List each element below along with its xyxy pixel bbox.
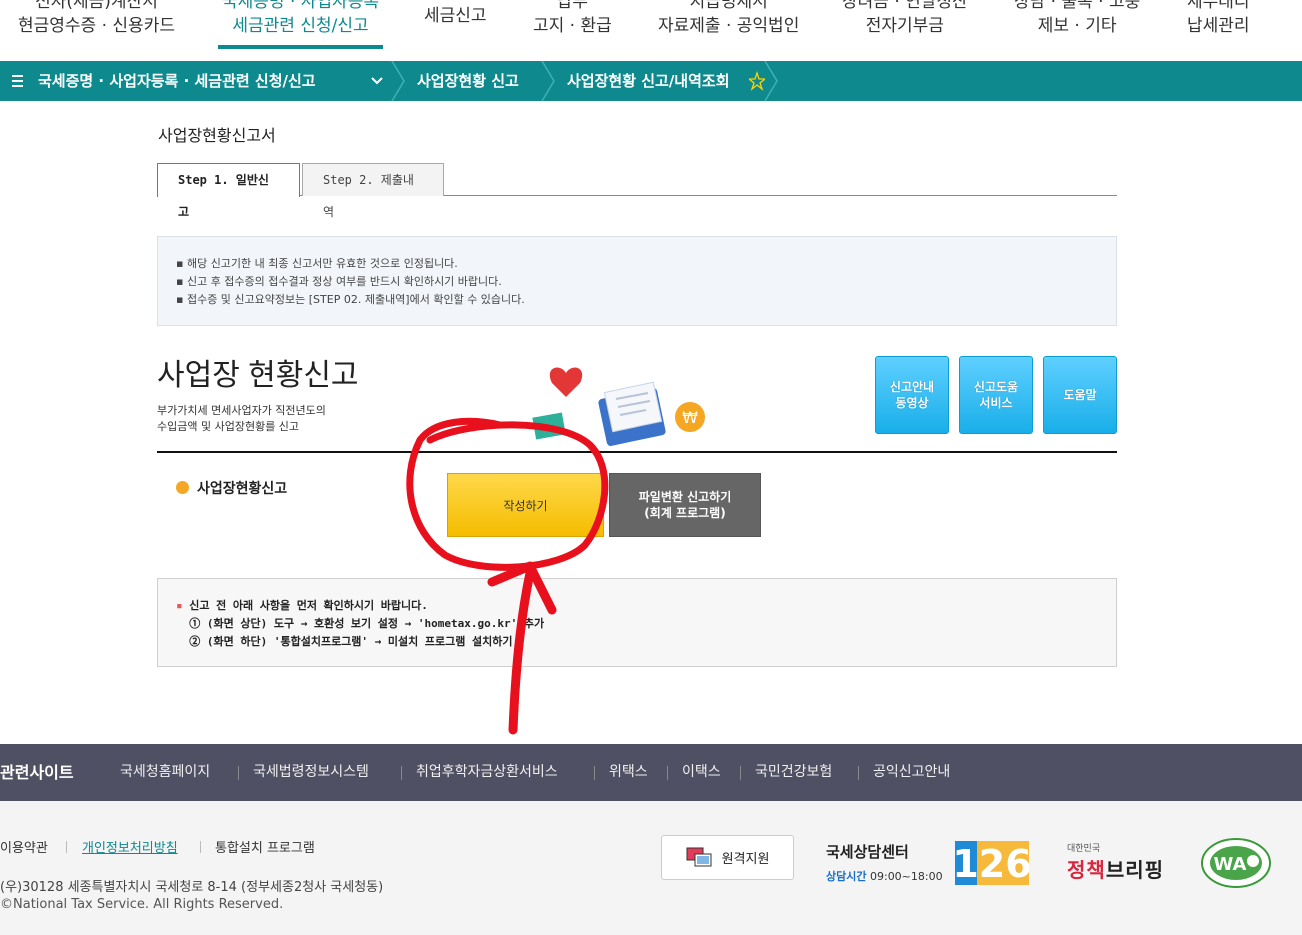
topnav-line1: 상담 · 불복 · 고충 <box>1014 0 1141 12</box>
tab-step1[interactable]: Step 1. 일반신고 <box>157 163 300 219</box>
page-title: 사업장현황신고서 <box>158 126 276 145</box>
call-center-hours: 상담시간 09:00~18:00 <box>826 870 943 883</box>
top-navigation: 전자(세금)계산서 현금영수증 · 신용카드 국세증명 · 사업자등록 세금관련… <box>0 0 1302 60</box>
remote-support-label: 원격지원 <box>721 852 770 867</box>
policy-briefing-logo[interactable]: 대한민국 정책브리핑 <box>1067 841 1164 883</box>
breadcrumb-level2[interactable]: 사업장현황 신고 <box>417 61 519 101</box>
link-divider <box>66 841 67 853</box>
related-link[interactable]: 이택스 <box>682 744 721 801</box>
breadcrumb-separator <box>540 60 560 102</box>
breadcrumb: 국세증명 · 사업자등록 · 세금관련 신청/신고 사업장현황 신고 사업장현황… <box>0 60 1302 102</box>
notice-line: ▪ 해당 신고기한 내 최종 신고서만 유효한 것으로 인정됩니다. <box>176 257 458 270</box>
notice-box: ▪ 해당 신고기한 내 최종 신고서만 유효한 것으로 인정됩니다. ▪ 신고 … <box>157 236 1117 326</box>
report-row-label: 사업장현황신고 <box>176 478 287 498</box>
topnav-line2: 고지 · 환급 <box>533 16 612 36</box>
related-link[interactable]: 취업후학자금상환서비스 <box>416 744 558 801</box>
notice-line: ▪ 접수증 및 신고요약정보는 [STEP 02. 제출내역]에서 확인할 수 … <box>176 293 525 306</box>
related-link[interactable]: 국세청홈페이지 <box>120 744 210 801</box>
topnav-line1: 납부 <box>556 0 589 12</box>
related-sites-title: 관련사이트 <box>0 763 74 782</box>
link-divider <box>238 766 239 780</box>
help-service-button[interactable]: 신고도움 서비스 <box>959 356 1033 434</box>
envelope-illustration: ₩ <box>532 367 705 446</box>
remote-support-button[interactable]: 원격지원 <box>661 835 794 880</box>
write-button[interactable]: 작성하기 <box>447 473 604 537</box>
related-link[interactable]: 공익신고안내 <box>873 744 950 801</box>
warning-line: ① (화면 상단) 도구 → 호환성 보기 설정 → 'hometax.go.k… <box>189 617 545 630</box>
monitor-icon <box>686 847 712 866</box>
topnav-line2: 납세관리 <box>1187 16 1250 36</box>
topnav-line2: 현금영수증 · 신용카드 <box>18 16 175 36</box>
topnav-item-consult[interactable]: 상담 · 불복 · 고충 제보 · 기타 <box>1014 0 1140 38</box>
web-accessibility-mark: WA <box>1201 838 1271 888</box>
topnav-line1: 장려금 · 연말정산 <box>842 0 968 12</box>
breadcrumb-separator <box>763 60 783 102</box>
main-heading: 사업장 현황신고 <box>157 359 359 392</box>
link-divider <box>858 766 859 780</box>
install-program-link[interactable]: 통합설치 프로그램 <box>215 837 315 856</box>
topnav-line1: 국세증명 · 사업자등록 <box>222 0 379 12</box>
guide-video-button[interactable]: 신고안내 동영상 <box>875 356 949 434</box>
footer: 이용약관 개인정보처리방침 통합설치 프로그램 (우)30128 세종특별자치시… <box>0 801 1302 935</box>
topnav-item-tax-report[interactable]: 세금신고 <box>424 4 487 28</box>
notice-line: ▪ 신고 후 접수증의 접수결과 정상 여부를 반드시 확인하시기 바랍니다. <box>176 275 502 288</box>
svg-text:WA: WA <box>1214 854 1247 875</box>
topnav-line1: 세무대리 <box>1187 0 1250 12</box>
svg-text:126: 126 <box>955 842 1029 885</box>
related-link[interactable]: 위택스 <box>609 744 648 801</box>
topnav-item-certificates[interactable]: 국세증명 · 사업자등록 세금관련 신청/신고 <box>218 0 383 49</box>
topnav-item-payment[interactable]: 납부 고지 · 환급 <box>533 0 612 38</box>
call-number-126: 126 <box>955 841 1029 885</box>
topnav-item-tax-agent[interactable]: 세무대리 납세관리 <box>1187 0 1250 38</box>
tab-step2[interactable]: Step 2. 제출내역 <box>302 163 444 219</box>
warning-line: ▪ 신고 전 아래 사항을 먼저 확인하시기 바랍니다. <box>176 599 428 612</box>
file-convert-report-button[interactable]: 파일변환 신고하기 (회계 프로그램) <box>609 473 761 537</box>
topnav-item-incentive[interactable]: 장려금 · 연말정산 전자기부금 <box>842 0 968 38</box>
active-underline <box>218 45 383 49</box>
address: (우)30128 세종특별자치시 국세청로 8-14 (정부세종2청사 국세청동… <box>0 880 384 895</box>
related-sites-bar: 관련사이트 국세청홈페이지 국세법령정보시스템 취업후학자금상환서비스 위택스 … <box>0 744 1302 801</box>
link-divider <box>667 766 668 780</box>
terms-link[interactable]: 이용약관 <box>0 837 48 856</box>
topnav-line2: 전자기부금 <box>865 16 944 36</box>
link-divider <box>594 766 595 780</box>
privacy-policy-link[interactable]: 개인정보처리방침 <box>82 837 178 856</box>
topnav-line2: 세금관련 신청/신고 <box>232 16 369 36</box>
related-link[interactable]: 국민건강보험 <box>755 744 832 801</box>
copyright: ©National Tax Service. All Rights Reserv… <box>0 897 284 912</box>
related-link[interactable]: 국세법령정보시스템 <box>253 744 369 801</box>
arrow-bullet-icon <box>176 481 189 494</box>
help-button[interactable]: 도움말 <box>1043 356 1117 434</box>
topnav-line1: 전자(세금)계산서 <box>35 0 158 12</box>
topnav-line1: 세금신고 <box>424 6 487 26</box>
warning-line: ② (화면 하단) '통합설치프로그램' → 미설치 프로그램 설치하기 <box>189 635 513 648</box>
call-center-title: 국세상담센터 <box>826 843 909 861</box>
chevron-down-icon[interactable] <box>370 61 384 101</box>
topnav-line1: 지급명세서 <box>689 0 768 12</box>
svg-text:₩: ₩ <box>682 408 698 427</box>
step-tabs: Step 1. 일반신고 Step 2. 제출내역 <box>157 163 1117 219</box>
link-divider <box>401 766 402 780</box>
topnav-line2: 제보 · 기타 <box>1037 16 1117 36</box>
topnav-item-einvoice[interactable]: 전자(세금)계산서 현금영수증 · 신용카드 <box>18 0 175 38</box>
breadcrumb-level1[interactable]: 국세증명 · 사업자등록 · 세금관련 신청/신고 <box>38 61 316 101</box>
tax-call-center: 국세상담센터 상담시간 09:00~18:00 <box>826 841 943 884</box>
link-divider <box>740 766 741 780</box>
breadcrumb-separator <box>390 60 410 102</box>
topnav-line2: 자료제출 · 공익법인 <box>658 16 800 36</box>
main-description: 부가가치세 면세사업자가 직전년도의 수입금액 및 사업장현황를 신고 <box>157 404 326 433</box>
breadcrumb-level3[interactable]: 사업장현황 신고/내역조회 <box>567 61 730 101</box>
menu-icon[interactable] <box>12 61 26 101</box>
warning-box: ▪ 신고 전 아래 사항을 먼저 확인하시기 바랍니다. ① (화면 상단) 도… <box>157 578 1117 667</box>
section-divider <box>157 451 1117 453</box>
topnav-item-payment-statement[interactable]: 지급명세서 자료제출 · 공익법인 <box>658 0 799 38</box>
link-divider <box>200 841 201 853</box>
